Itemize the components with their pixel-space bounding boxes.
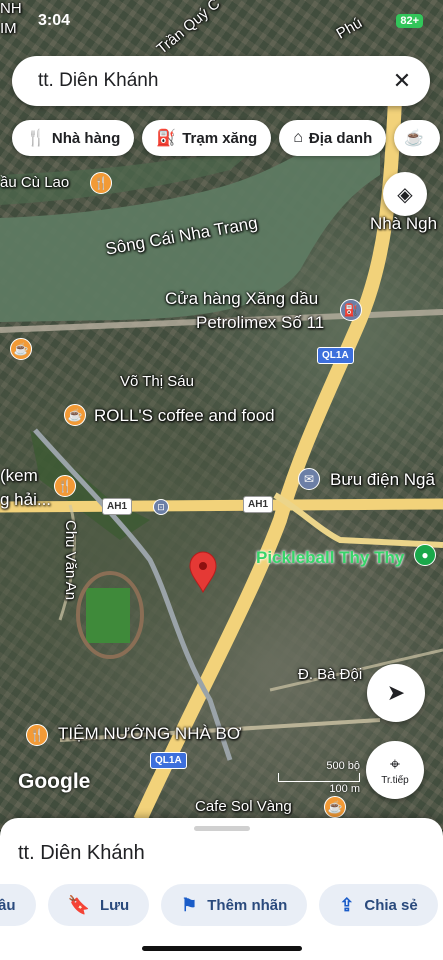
- layers-icon: ◈: [397, 183, 413, 206]
- chip-restaurants[interactable]: 🍴 Nhà hàng: [12, 120, 135, 156]
- gas-station-icon: ⛽: [156, 130, 177, 147]
- map-label-gas-station: Cửa hàng Xăng dầu: [165, 289, 319, 308]
- close-icon[interactable]: ✕: [380, 59, 424, 103]
- cafe-icon[interactable]: ☕: [10, 338, 32, 360]
- status-bar: 3:04 82+: [0, 6, 443, 34]
- action-label: ầu: [0, 896, 16, 914]
- search-bar[interactable]: tt. Diên Khánh ✕: [12, 56, 430, 106]
- map-label-nha-nghi: Nhà Ngh: [370, 214, 438, 233]
- home-indicator[interactable]: [142, 946, 302, 951]
- ql1a-shield-top: QL1A: [317, 347, 354, 364]
- coffee-icon: ☕: [404, 130, 425, 147]
- map-label-nh: NH: [0, 0, 22, 17]
- chip-label: Nhà hàng: [51, 129, 121, 147]
- action-label: Chia sẻ: [364, 896, 418, 914]
- my-location-button[interactable]: ➤: [367, 664, 425, 722]
- bus-stop-icon[interactable]: ⊡: [153, 499, 169, 515]
- category-chips: 🍴 Nhà hàng ⛽ Trạm xăng ⌂ Địa danh ☕: [12, 120, 441, 156]
- scale-line: [278, 773, 360, 782]
- action-row: ầu 🔖 Lưu ⚑ Thêm nhãn ⇪ Chia sẻ: [0, 884, 438, 926]
- map-label-gas-station-2: Petrolimex Số 11: [196, 313, 325, 332]
- restaurant-icon-2[interactable]: 🍴: [54, 475, 76, 497]
- map-label-chu-van-an: Chu Văn An: [62, 520, 79, 601]
- chip-label: Địa danh: [308, 129, 373, 147]
- chip-landmarks[interactable]: ⌂ Địa danh: [279, 120, 387, 156]
- street-view-icon: ⌖: [389, 754, 401, 774]
- action-label: Lưu: [99, 896, 130, 914]
- search-query[interactable]: tt. Diên Khánh: [38, 70, 380, 92]
- map-label-im: IM: [0, 20, 17, 37]
- map-label-hai: g hải...: [0, 490, 52, 509]
- directions-button[interactable]: ầu: [0, 884, 36, 926]
- chip-gas-stations[interactable]: ⛽ Trạm xăng: [142, 120, 272, 156]
- street-view-label: Tr.tiếp: [381, 775, 409, 786]
- battery-badge: 82+: [396, 14, 423, 28]
- place-sheet[interactable]: tt. Diên Khánh ầu 🔖 Lưu ⚑ Thêm nhãn ⇪ Ch…: [0, 818, 443, 960]
- layers-button[interactable]: ◈: [383, 172, 427, 216]
- map-label-pickleball: Pickleball Thy Thy: [256, 548, 405, 567]
- action-label: Thêm nhãn: [207, 896, 288, 914]
- cafe-icon-2[interactable]: ☕: [324, 796, 346, 818]
- restaurant-icon[interactable]: 🍴: [90, 172, 112, 194]
- ql1a-shield-bottom: QL1A: [150, 752, 187, 769]
- flag-icon: ⚑: [181, 894, 198, 915]
- navigation-arrow-icon: ➤: [386, 680, 406, 705]
- map-label-tiem-nuong: TIỆM NƯỚNG NHÀ BƠ: [58, 724, 242, 743]
- add-label-button[interactable]: ⚑ Thêm nhãn: [161, 884, 308, 926]
- save-button[interactable]: 🔖 Lưu: [47, 884, 150, 926]
- clock: 3:04: [38, 12, 71, 29]
- restaurant-icon: 🍴: [26, 130, 46, 147]
- restaurant-icon-3[interactable]: 🍴: [26, 724, 48, 746]
- map-label-vo-thi-sau: Võ Thị Sáu: [120, 373, 194, 390]
- map-label-ba-doi: Đ. Bà Đội: [298, 666, 363, 683]
- landmark-icon: ⌂: [293, 129, 303, 146]
- map-label-rolls: ROLL'S coffee and food: [94, 406, 275, 425]
- pickleball-icon[interactable]: ●: [414, 544, 436, 566]
- share-button[interactable]: ⇪ Chia sẻ: [319, 884, 438, 926]
- place-title: tt. Diên Khánh: [18, 842, 145, 864]
- post-office-icon[interactable]: ✉: [298, 468, 320, 490]
- ah1-shield-left: AH1: [102, 498, 133, 515]
- map-label-post-office: Bưu điện Ngã: [330, 470, 435, 489]
- sheet-handle[interactable]: [194, 826, 250, 831]
- street-view-button[interactable]: ⌖ Tr.tiếp: [366, 741, 424, 799]
- chip-cafe[interactable]: ☕: [394, 120, 441, 156]
- map-view[interactable]: 3:04 82+ NH IM Trần Quý C Phú ầu Cù Lao …: [0, 0, 443, 830]
- ah1-shield-right: AH1: [243, 496, 274, 513]
- selected-pin: [189, 551, 217, 593]
- map-label-cau-cu-lao: ầu Cù Lao: [0, 174, 70, 191]
- map-label-cafe: Cafe Sol Vàng: [195, 798, 292, 815]
- bookmark-icon: 🔖: [67, 894, 90, 915]
- scale-metric: 100 m: [329, 783, 360, 795]
- gas-station-icon[interactable]: ⛽: [340, 299, 362, 321]
- chip-label: Trạm xăng: [182, 129, 258, 147]
- google-logo: Google: [18, 770, 91, 793]
- scale-bar: 500 bộ 100 m: [278, 760, 360, 795]
- coffee-icon[interactable]: ☕: [64, 404, 86, 426]
- share-icon: ⇪: [339, 894, 355, 915]
- scale-imperial: 500 bộ: [326, 760, 360, 772]
- map-label-kem: (kem: [0, 466, 38, 485]
